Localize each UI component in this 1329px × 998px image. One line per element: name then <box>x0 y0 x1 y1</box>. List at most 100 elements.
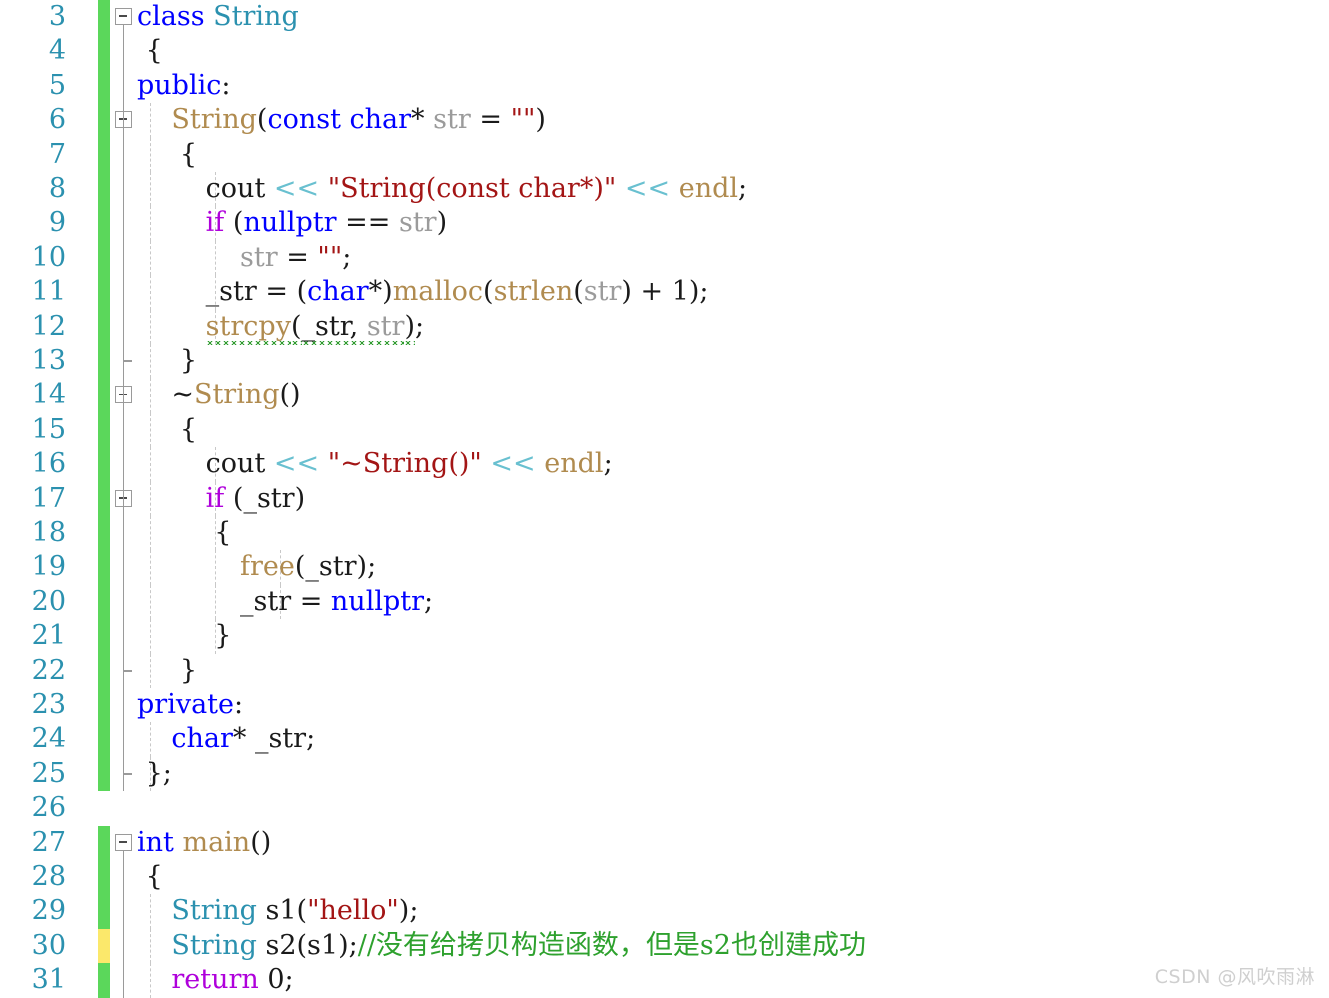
code-line[interactable]: 8 cout << "String(const char*)" << endl; <box>0 172 1329 207</box>
code-text[interactable]: ~String() <box>137 378 300 412</box>
code-text[interactable]: { <box>137 413 197 447</box>
code-line[interactable]: 4 { <box>0 34 1329 69</box>
code-line[interactable]: 17 if (_str) <box>0 481 1329 516</box>
code-line[interactable]: 14 ~String() <box>0 378 1329 413</box>
fold-column[interactable] <box>110 826 140 860</box>
fold-column[interactable] <box>110 584 140 620</box>
fold-column[interactable] <box>110 275 140 310</box>
code-text[interactable]: } <box>137 619 231 653</box>
code-text[interactable]: { <box>137 138 197 172</box>
code-text[interactable]: } <box>137 344 197 378</box>
collapse-minus-icon[interactable] <box>115 8 132 25</box>
code-text[interactable]: private: <box>137 688 243 722</box>
code-line[interactable]: 9 if (nullptr == str) <box>0 206 1329 241</box>
fold-column[interactable] <box>110 894 140 929</box>
code-line[interactable]: 5 public: <box>0 68 1329 104</box>
fold-column[interactable] <box>110 482 140 516</box>
code-text[interactable]: int main() <box>137 826 271 860</box>
code-text[interactable]: } <box>137 654 197 688</box>
code-token: "String(const char*)" <box>327 173 617 204</box>
code-line[interactable]: 20 _str = nullptr; <box>0 584 1329 620</box>
fold-column[interactable] <box>110 688 140 723</box>
code-line[interactable]: 26 <box>0 791 1329 825</box>
code-text[interactable]: cout << "~String()" << endl; <box>137 447 613 481</box>
code-line[interactable]: 21 } <box>0 619 1329 654</box>
code-text[interactable]: if (nullptr == str) <box>137 206 447 240</box>
fold-column[interactable] <box>110 412 140 448</box>
code-text[interactable]: cout << "String(const char*)" << endl; <box>137 172 747 206</box>
code-text[interactable]: free(_str); <box>137 550 376 584</box>
code-token: if <box>205 482 225 514</box>
code-text[interactable]: public: <box>137 69 230 103</box>
line-number: 24 <box>31 723 66 755</box>
code-text[interactable]: _str = (char*)malloc(strlen(str) + 1); <box>137 275 709 309</box>
code-line[interactable]: 31 return 0; <box>0 963 1329 998</box>
code-text[interactable]: { <box>137 516 231 550</box>
code-token: String <box>171 895 257 927</box>
code-line[interactable]: 30 String s2(s1);//没有给拷贝构造函数，但是s2也创建成功 <box>0 928 1329 964</box>
fold-column[interactable] <box>110 619 140 654</box>
fold-column[interactable] <box>110 550 140 585</box>
fold-column[interactable] <box>110 378 140 413</box>
code-text[interactable]: strcpy(_str, str); <box>137 310 424 344</box>
code-line[interactable]: 24 char* _str; <box>0 722 1329 757</box>
code-line[interactable]: 29 String s1("hello"); <box>0 894 1329 929</box>
code-text[interactable]: { <box>137 860 163 894</box>
fold-column[interactable] <box>110 103 140 138</box>
fold-column[interactable] <box>110 963 140 998</box>
code-line[interactable]: 28 { <box>0 860 1329 895</box>
code-line[interactable]: 16 cout << "~String()" << endl; <box>0 447 1329 482</box>
fold-column[interactable] <box>110 516 140 551</box>
code-line[interactable]: 6 String(const char* str = "") <box>0 103 1329 138</box>
collapse-minus-icon[interactable] <box>115 833 132 851</box>
code-text[interactable]: str = ""; <box>137 241 351 275</box>
code-text[interactable]: return 0; <box>137 963 293 997</box>
code-line[interactable]: 22 } <box>0 653 1329 688</box>
code-text[interactable]: String(const char* str = "") <box>137 103 546 137</box>
fold-column[interactable] <box>110 0 140 35</box>
code-line[interactable]: 15 { <box>0 412 1329 448</box>
code-editor[interactable]: 3 class String 4 {5 public: 6 String(const c… <box>0 0 1329 998</box>
fold-column[interactable] <box>110 756 140 791</box>
code-text[interactable]: String s2(s1);//没有给拷贝构造函数，但是s2也创建成功 <box>137 929 866 963</box>
fold-column[interactable] <box>110 344 140 378</box>
fold-column[interactable] <box>110 309 140 344</box>
code-line[interactable]: 13 } <box>0 344 1329 379</box>
fold-column[interactable] <box>110 68 140 104</box>
code-line[interactable]: 27 int main() <box>0 825 1329 860</box>
code-line[interactable]: 18 { <box>0 516 1329 551</box>
code-line[interactable]: 19 free(_str); <box>0 550 1329 585</box>
code-line[interactable]: 7 { <box>0 137 1329 172</box>
code-line[interactable]: 11 _str = (char*)malloc(strlen(str) + 1)… <box>0 275 1329 310</box>
change-indicator-bar <box>98 584 110 620</box>
fold-column[interactable] <box>110 240 140 276</box>
fold-column[interactable] <box>110 791 140 825</box>
code-text[interactable]: char* _str; <box>137 722 315 756</box>
code-line[interactable]: 10 str = ""; <box>0 240 1329 276</box>
code-text[interactable]: _str = nullptr; <box>137 585 433 619</box>
code-text[interactable]: { <box>137 34 163 68</box>
fold-column[interactable] <box>110 860 140 895</box>
fold-column[interactable] <box>110 722 140 757</box>
code-text[interactable]: if (_str) <box>137 482 305 516</box>
fold-column[interactable] <box>110 206 140 241</box>
code-line[interactable]: 25 }; <box>0 756 1329 792</box>
fold-column[interactable] <box>110 653 140 688</box>
fold-column[interactable] <box>110 137 140 172</box>
code-text[interactable]: }; <box>137 757 172 791</box>
code-text[interactable]: String s1("hello"); <box>137 894 418 928</box>
code-line[interactable]: 12 strcpy(_str, str); <box>0 309 1329 344</box>
code-token: cout <box>205 173 266 204</box>
fold-column[interactable] <box>110 928 140 964</box>
fold-column[interactable] <box>110 172 140 207</box>
code-text[interactable]: class String <box>137 0 299 34</box>
fold-column[interactable] <box>110 34 140 69</box>
code-line[interactable]: 23 private: <box>0 688 1329 723</box>
code-token: ( <box>224 482 244 514</box>
fold-column[interactable] <box>110 447 140 482</box>
line-number: 27 <box>31 826 66 858</box>
line-number: 10 <box>31 241 66 273</box>
code-line[interactable]: 3 class String <box>0 0 1329 35</box>
